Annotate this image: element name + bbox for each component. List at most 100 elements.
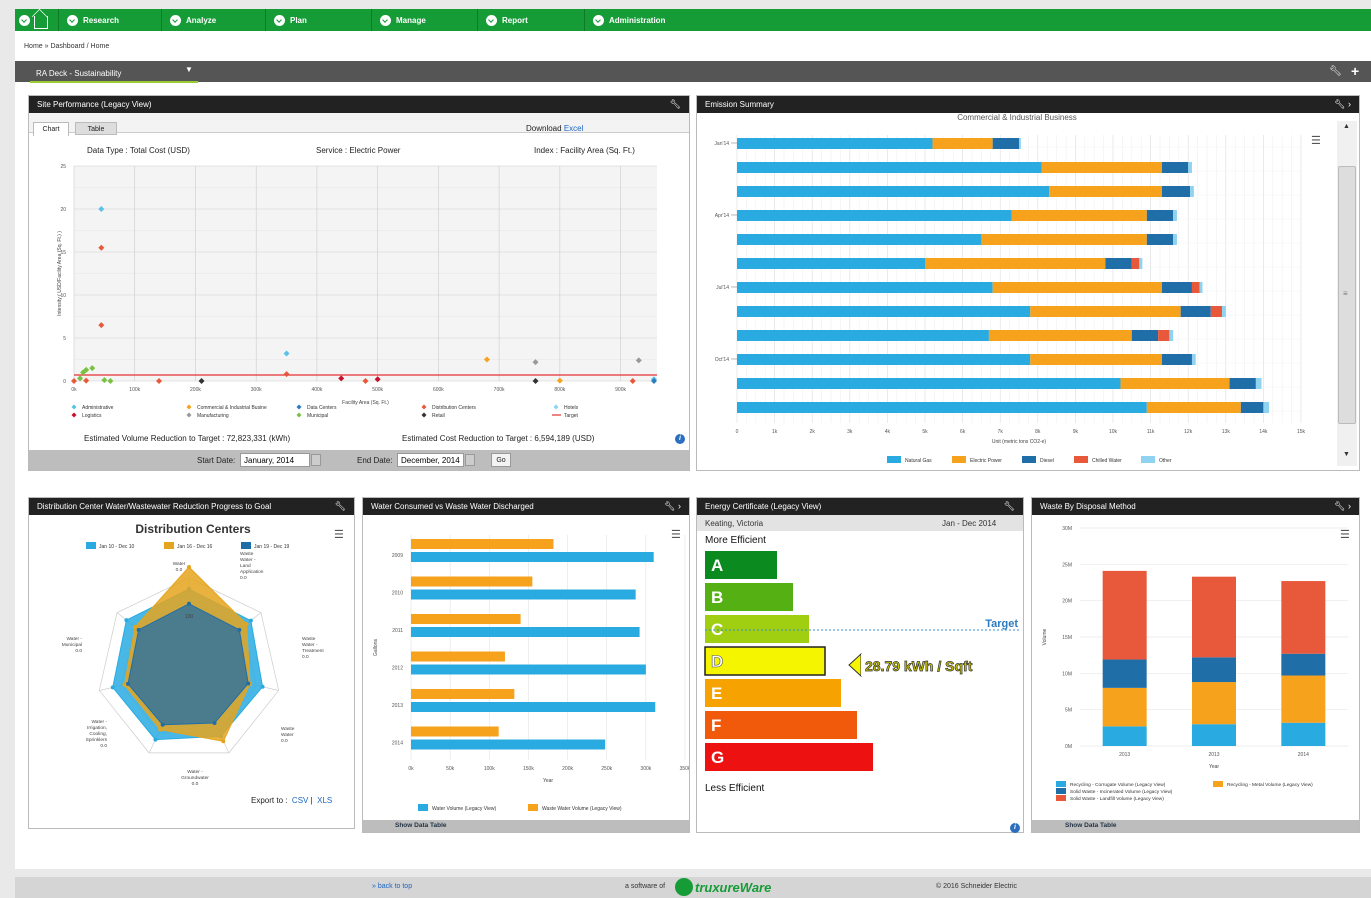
top-nav: Research Analyze Plan Manage Report Admi… xyxy=(15,9,1371,31)
y-axis-label: Gallons xyxy=(373,639,379,656)
wrench-icon[interactable]: 🔧︎ › xyxy=(664,501,681,512)
x-tick-label: 12k xyxy=(1184,429,1193,435)
info-icon[interactable]: i xyxy=(675,434,685,444)
radar-axis-label: Water -Irrigation, Cooling, Sprinklers 0.0 xyxy=(86,719,108,749)
tab-table[interactable]: Table xyxy=(75,122,117,135)
menu-icon[interactable]: ☰ xyxy=(1311,134,1321,147)
energy-certificate-panel: Energy Certificate (Legacy View) 🔧︎ Keat… xyxy=(696,497,1024,833)
scroll-down-icon[interactable]: ▼ xyxy=(1343,451,1350,458)
add-icon[interactable]: + xyxy=(1351,63,1359,79)
x-tick-label: 4k xyxy=(885,429,891,435)
xls-link[interactable]: XLS xyxy=(317,796,332,805)
x-tick-label: 800k xyxy=(554,387,565,393)
show-data-table-button[interactable]: Show Data Table xyxy=(395,822,447,829)
bar-segment xyxy=(1161,186,1191,197)
y-tick-label: 10M xyxy=(1062,671,1072,677)
back-to-top-link[interactable]: » back to top xyxy=(372,883,412,890)
bar xyxy=(411,739,606,750)
nav-administration[interactable]: Administration xyxy=(585,9,705,31)
radar-axis-label-line: Municipal xyxy=(62,642,82,648)
x-tick-label: 2k xyxy=(810,429,816,435)
bar-segment xyxy=(988,330,1132,341)
panel-title: Distribution Center Water/Wastewater Red… xyxy=(37,502,272,511)
grade-letter: B xyxy=(711,588,723,607)
calendar-icon[interactable] xyxy=(465,454,475,466)
go-button[interactable]: Go xyxy=(491,453,511,467)
legend-swatch xyxy=(86,542,96,549)
bar xyxy=(411,664,646,675)
menu-icon[interactable]: ☰ xyxy=(671,528,681,541)
scroll-up-icon[interactable]: ▲ xyxy=(1343,123,1350,130)
start-date-input[interactable] xyxy=(240,453,310,467)
menu-icon[interactable]: ☰ xyxy=(1340,528,1350,541)
bar-segment xyxy=(932,138,993,149)
radar-point xyxy=(133,624,138,629)
x-axis-label: Year xyxy=(543,778,553,784)
wrench-icon[interactable]: 🔧︎ xyxy=(670,99,681,110)
end-date-input[interactable] xyxy=(397,453,464,467)
chevron-down-icon xyxy=(274,14,285,26)
legend-label: Data Centers xyxy=(307,405,337,411)
breadcrumb[interactable]: Home » Dashboard / Home xyxy=(24,43,109,50)
legend-label: Water Volume (Legacy View) xyxy=(432,806,497,812)
wrench-icon[interactable]: 🔧︎ xyxy=(1329,66,1342,77)
radar-axis-label-line: 0.0 xyxy=(75,648,82,654)
nav-research[interactable]: Research xyxy=(59,9,162,31)
y-tick-label: 2012 xyxy=(392,665,403,671)
deck-underline xyxy=(30,81,198,83)
nav-analyze[interactable]: Analyze xyxy=(162,9,266,31)
home-icon[interactable] xyxy=(34,15,48,29)
nav-manage[interactable]: Manage xyxy=(372,9,478,31)
radar-axis-label-line: Water - xyxy=(187,769,203,775)
y-tick-label: 5 xyxy=(63,336,66,342)
wrench-icon[interactable]: 🔧︎ xyxy=(1004,501,1015,512)
menu-icon[interactable]: ☰ xyxy=(334,528,344,541)
nav-report[interactable]: Report xyxy=(478,9,585,31)
legend-label: Chilled Water xyxy=(1092,458,1122,464)
x-tick-label: 200k xyxy=(190,387,201,393)
bar-segment xyxy=(992,138,1019,149)
legend-swatch xyxy=(952,456,966,463)
wrench-icon[interactable]: 🔧︎ › xyxy=(1334,501,1351,512)
csv-link[interactable]: CSV xyxy=(292,796,308,805)
legend-symbol xyxy=(421,404,427,410)
radar-axis-label-line: Waste xyxy=(240,551,254,557)
show-data-table-button[interactable]: Show Data Table xyxy=(1065,822,1117,829)
wrench-icon[interactable]: 🔧︎ › xyxy=(1334,99,1351,110)
bar-segment xyxy=(1102,726,1147,746)
bar-segment xyxy=(992,282,1162,293)
x-tick-label: 10k xyxy=(1109,429,1118,435)
legend-label: Recycling - Metal Volume (Legacy View) xyxy=(1227,782,1313,788)
bar-segment xyxy=(1192,576,1236,658)
x-axis-label: Facility Area (Sq. Ft.) xyxy=(342,400,389,406)
x-tick-label: 0k xyxy=(71,387,77,393)
radar-point xyxy=(246,681,251,686)
home-nav[interactable] xyxy=(15,9,59,31)
panel-header: Emission Summary 🔧︎ › xyxy=(697,96,1359,113)
radar-axis-label-line: 0.0 xyxy=(192,781,199,787)
x-tick-label: 11k xyxy=(1147,429,1155,435)
excel-link[interactable]: Excel xyxy=(564,124,584,133)
calendar-icon[interactable] xyxy=(311,454,321,466)
bar-segment xyxy=(1161,354,1192,365)
info-icon[interactable]: i xyxy=(1010,823,1020,833)
pointer-icon xyxy=(848,652,862,678)
bar-segment xyxy=(737,258,925,269)
grade-letter: G xyxy=(711,748,724,767)
tab-bar xyxy=(29,113,689,133)
tab-chart[interactable]: Chart xyxy=(33,122,69,136)
period-label: Jan - Dec 2014 xyxy=(942,519,997,528)
chevron-down-icon xyxy=(67,14,78,26)
nav-plan[interactable]: Plan xyxy=(266,9,372,31)
wrench-icon[interactable]: 🔧︎ xyxy=(335,501,346,512)
caret-down-icon[interactable]: ▼ xyxy=(185,65,193,74)
radar-point xyxy=(244,622,249,627)
radar-axis-label-line: Irrigation, xyxy=(87,725,107,731)
bar-segment xyxy=(1191,354,1196,365)
x-tick-label: 500k xyxy=(372,387,383,393)
energy-grade-chart: ABCDEFGTarget28.79 kWh / Sqft xyxy=(704,551,1021,771)
deck-title[interactable]: RA Deck - Sustainability xyxy=(36,69,121,78)
nav-label: Analyze xyxy=(186,15,217,25)
legend-label: Hotels xyxy=(564,405,579,411)
bar xyxy=(411,576,533,587)
